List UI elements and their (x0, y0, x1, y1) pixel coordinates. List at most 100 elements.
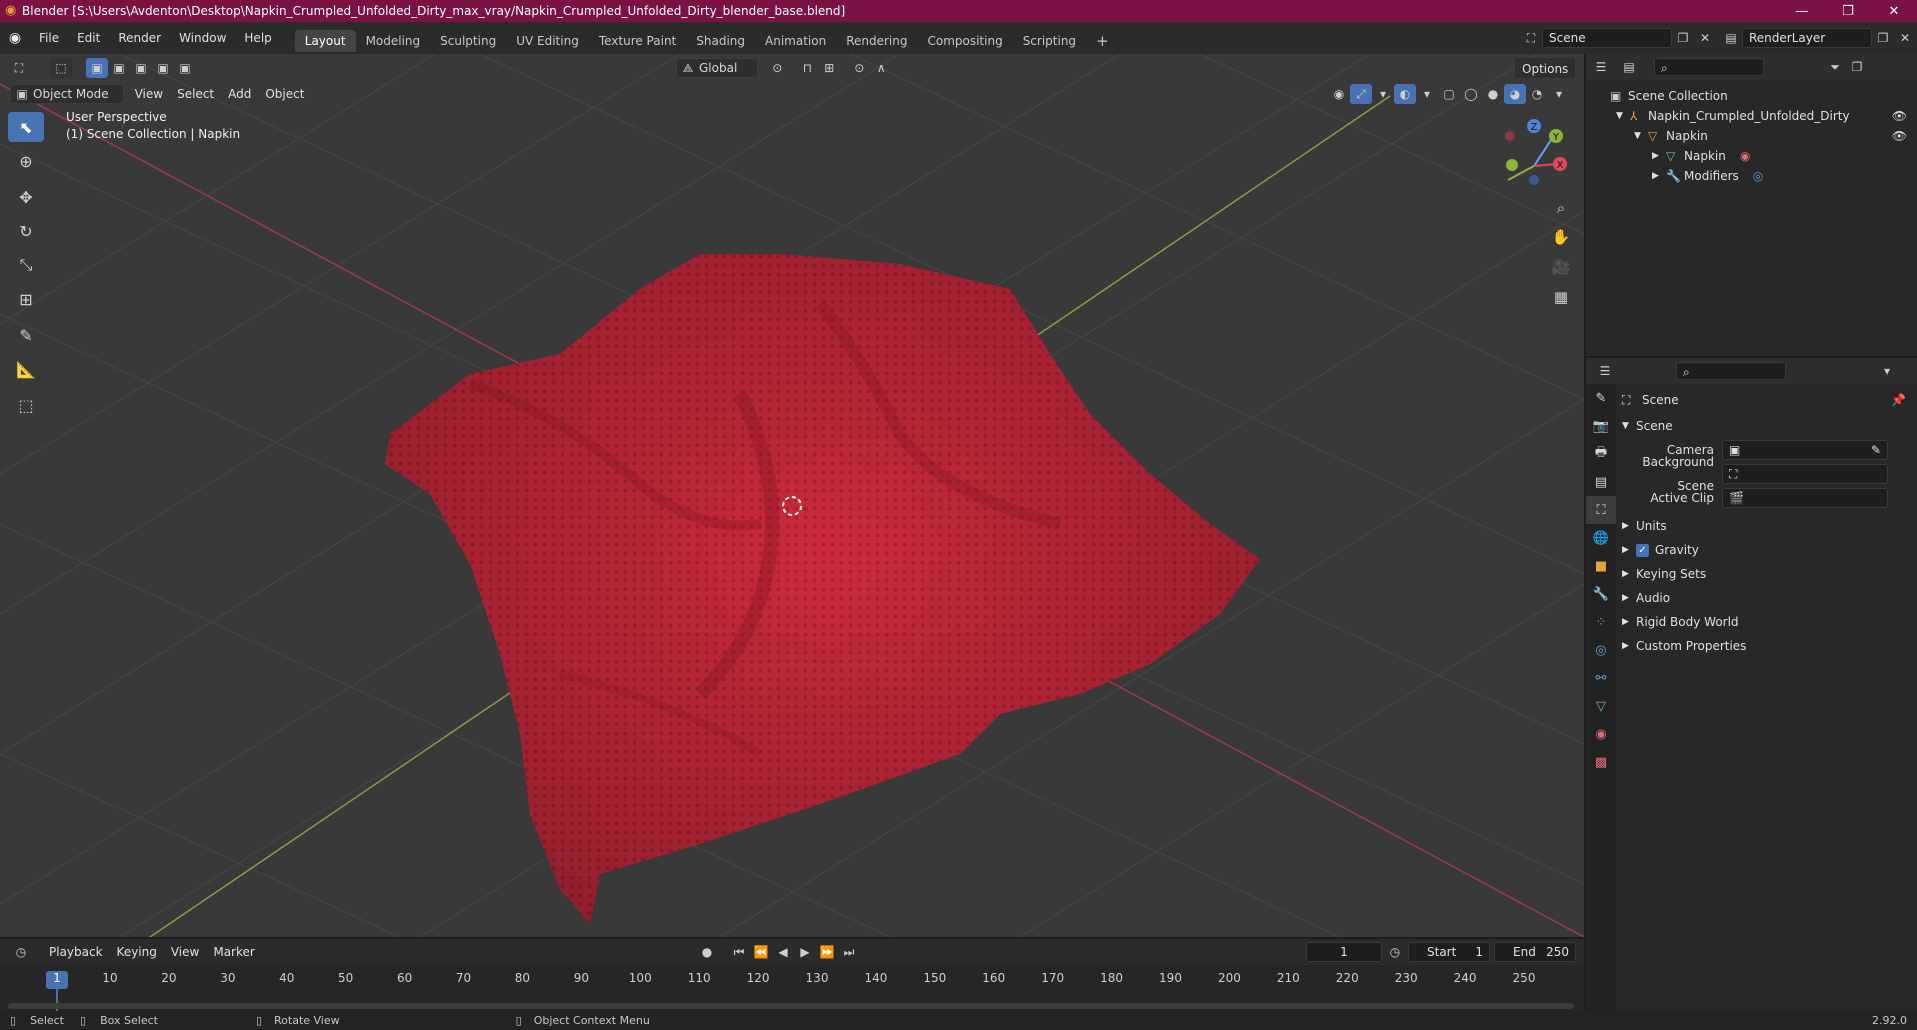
menu-timeline-view[interactable]: View (164, 941, 206, 963)
expand-icon[interactable]: ▶ (1652, 146, 1666, 166)
scale-tool-icon[interactable]: ⤡ (8, 250, 44, 280)
add-workspace-icon[interactable]: + (1086, 30, 1119, 52)
tab-uv-editing[interactable]: UV Editing (506, 30, 589, 52)
outliner-item-scene-collection[interactable]: ▣ Scene Collection (1586, 86, 1917, 106)
renderlayer-icon[interactable]: ▤ (1720, 28, 1742, 48)
renderlayer-field[interactable]: RenderLayer (1742, 28, 1872, 48)
properties-options-icon[interactable]: ▾ (1876, 361, 1898, 381)
menu-add[interactable]: Add (221, 83, 258, 105)
menu-window[interactable]: Window (170, 22, 235, 54)
properties-search-input[interactable]: ⌕ (1676, 362, 1786, 380)
mode-intersect-icon[interactable]: ▣ (174, 58, 196, 78)
solid-shading-icon[interactable]: ● (1482, 84, 1504, 104)
camera-field[interactable]: ▣ ✎ (1722, 440, 1888, 460)
object-tab-icon[interactable]: ■ (1586, 552, 1616, 580)
blender-menu-icon[interactable]: ◉ (0, 30, 30, 46)
eye-icon[interactable]: 👁 (1892, 126, 1907, 146)
gizmo-icon[interactable]: ⤢ (1350, 84, 1372, 104)
expand-icon[interactable]: ▶ (1652, 166, 1666, 186)
play-reverse-icon[interactable]: ◀ (772, 942, 794, 962)
snap-icon[interactable]: ⊓ (796, 58, 818, 78)
properties-editor-icon[interactable]: ☰ (1594, 361, 1616, 381)
outliner-item-modifiers[interactable]: ▶ 🔧 Modifiers ◎ (1586, 166, 1917, 186)
tool-tab-icon[interactable]: ✎ (1586, 384, 1616, 412)
jump-start-icon[interactable]: ⏮ (728, 942, 750, 962)
tab-rendering[interactable]: Rendering (836, 30, 917, 52)
menu-playback[interactable]: Playback (42, 941, 110, 963)
mode-set-icon[interactable]: ▣ (86, 58, 108, 78)
prev-keyframe-icon[interactable]: ⏪ (750, 942, 772, 962)
menu-help[interactable]: Help (235, 22, 280, 54)
tab-compositing[interactable]: Compositing (917, 30, 1012, 52)
active-clip-field[interactable]: 🎬 (1722, 488, 1888, 508)
end-frame-field[interactable]: End 250 (1494, 942, 1576, 962)
mode-subtract-icon[interactable]: ▣ (130, 58, 152, 78)
start-frame-field[interactable]: Start 1 (1408, 942, 1490, 962)
rotate-tool-icon[interactable]: ↻ (8, 216, 44, 246)
proportional-edit-icon[interactable]: ⊙ (848, 58, 870, 78)
falloff-icon[interactable]: ∧ (870, 58, 892, 78)
panel-gravity[interactable]: ▶ ✓ Gravity (1622, 538, 1912, 562)
minimize-button[interactable]: — (1779, 0, 1825, 22)
menu-marker[interactable]: Marker (206, 941, 261, 963)
jump-end-icon[interactable]: ⏭ (838, 942, 860, 962)
tab-layout[interactable]: Layout (294, 29, 356, 52)
modifier-tab-icon[interactable]: 🔧 (1586, 580, 1616, 608)
visibility-icon[interactable]: ◉ (1328, 84, 1350, 104)
camera-view-icon[interactable]: 🎥 (1548, 252, 1574, 282)
menu-object[interactable]: Object (258, 83, 311, 105)
shading-dropdown-icon[interactable]: ▾ (1548, 84, 1570, 104)
outliner-editor-icon[interactable]: ☰ (1590, 57, 1612, 77)
scene-field[interactable]: Scene (1542, 28, 1672, 48)
clock-icon[interactable]: ◷ (1384, 942, 1406, 962)
editor-type-icon[interactable]: ⛶ (8, 58, 30, 78)
scene-tab-icon[interactable]: ⛶ (1586, 496, 1616, 524)
panel-rigid-body-world[interactable]: ▶ Rigid Body World (1622, 610, 1912, 634)
material-shading-icon[interactable]: ◕ (1504, 84, 1526, 104)
panel-keying-sets[interactable]: ▶ Keying Sets (1622, 562, 1912, 586)
world-tab-icon[interactable]: 🌐 (1586, 524, 1616, 552)
expand-icon[interactable]: ▼ (1634, 126, 1648, 146)
render-tab-icon[interactable]: 📷 (1586, 412, 1616, 440)
texture-tab-icon[interactable]: ▩ (1586, 748, 1616, 776)
tab-texture-paint[interactable]: Texture Paint (589, 30, 686, 52)
particles-tab-icon[interactable]: ⁘ (1586, 608, 1616, 636)
transform-orientation-dropdown[interactable]: ⟁ Global (676, 58, 759, 78)
pan-hand-icon[interactable]: ✋ (1548, 222, 1574, 252)
xray-icon[interactable]: ▢ (1438, 84, 1460, 104)
mode-invert-icon[interactable]: ▣ (152, 58, 174, 78)
eye-icon[interactable]: 👁 (1892, 106, 1907, 126)
add-cube-tool-icon[interactable]: ⬚ (8, 390, 44, 420)
new-collection-icon[interactable]: ❐ (1846, 57, 1868, 77)
panel-units[interactable]: ▶ Units (1622, 514, 1912, 538)
outliner-item-napkin-object[interactable]: ▼ ▽ Napkin 👁 (1586, 126, 1917, 146)
next-keyframe-icon[interactable]: ⏩ (816, 942, 838, 962)
tab-sculpting[interactable]: Sculpting (430, 30, 506, 52)
frame-ruler[interactable]: 1 10 20 30 40 50 60 70 80 90 100 110 120 130 140 150 160… (0, 965, 1584, 1011)
menu-render[interactable]: Render (109, 22, 170, 54)
scene-icon[interactable]: ⛶ (1520, 28, 1542, 48)
zoom-icon[interactable]: ⌕ (1548, 194, 1574, 222)
outliner-search-input[interactable]: ⌕ (1654, 58, 1764, 76)
outliner-item-napkin-mesh[interactable]: ▶ ▽ Napkin ◉ (1586, 146, 1917, 166)
expand-icon[interactable]: ▼ (1616, 106, 1630, 126)
navigation-gizmo[interactable]: Z Y X (1505, 119, 1567, 185)
snap-target-icon[interactable]: ⊞ (818, 58, 840, 78)
output-tab-icon[interactable]: 🖶 (1586, 440, 1616, 468)
current-frame-field[interactable]: 1 (1306, 942, 1382, 962)
napkin-mesh[interactable] (385, 254, 1260, 924)
tab-shading[interactable]: Shading (686, 30, 755, 52)
rendered-shading-icon[interactable]: ◔ (1526, 84, 1548, 104)
display-mode-icon[interactable]: ▤ (1618, 57, 1640, 77)
menu-file[interactable]: File (30, 22, 68, 54)
mode-dropdown[interactable]: ▣ Object Mode (10, 84, 124, 104)
timeline-scrollbar[interactable] (8, 1003, 1574, 1009)
select-box-tool-icon[interactable]: ⬉ (8, 112, 44, 142)
overlay-dropdown-icon[interactable]: ▾ (1416, 84, 1438, 104)
wireframe-shading-icon[interactable]: ◯ (1460, 84, 1482, 104)
physics-tab-icon[interactable]: ◎ (1586, 636, 1616, 664)
view-layer-tab-icon[interactable]: ▤ (1586, 468, 1616, 496)
record-icon[interactable]: ● (696, 942, 718, 962)
new-scene-icon[interactable]: ❐ (1672, 28, 1694, 48)
timeline-editor-icon[interactable]: ◷ (10, 942, 32, 962)
